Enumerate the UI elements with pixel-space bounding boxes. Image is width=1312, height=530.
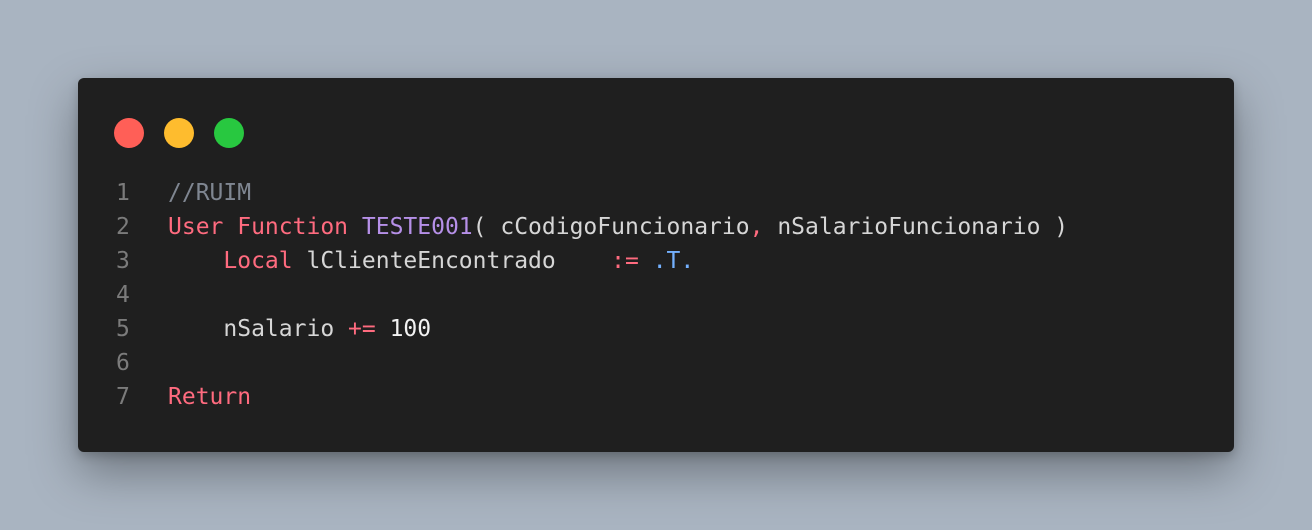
code-line: 2 User Function TESTE001( cCodigoFunciona…: [78, 210, 1234, 244]
line-number: 2: [116, 214, 130, 240]
line-number: 1: [116, 180, 130, 206]
line-number: 7: [116, 384, 130, 410]
code-line: 4: [78, 278, 1234, 312]
code-line: 5 nSalario += 100: [78, 312, 1234, 346]
code-line: 3 Local lClienteEncontrado := .T.: [78, 244, 1234, 278]
code-text: Return: [168, 380, 251, 414]
code-token: ( cCodigoFuncionario: [472, 214, 750, 240]
code-line: 7 Return: [78, 380, 1234, 414]
line-number: 5: [116, 316, 130, 342]
code-window: 1 //RUIM 2 User Function TESTE001( cCodigoF…: [78, 78, 1234, 452]
code-token: +=: [348, 316, 376, 342]
minimize-window-button[interactable]: [164, 118, 194, 148]
code-token: Local: [223, 248, 293, 274]
code-token: TESTE001: [361, 214, 473, 240]
code-token: User Function: [168, 214, 362, 240]
code-token: //RUIM: [168, 180, 252, 206]
code-token: nSalarioFuncionario ): [763, 214, 1069, 240]
code-line: 1 //RUIM: [78, 176, 1234, 210]
code-token: nSalario: [168, 316, 349, 342]
code-text: User Function TESTE001( cCodigoFuncionar…: [168, 210, 1068, 244]
close-window-button[interactable]: [114, 118, 144, 148]
code-token: 100: [389, 316, 432, 342]
code-line: 6: [78, 346, 1234, 380]
line-number: 4: [116, 282, 130, 308]
code-text: Local lClienteEncontrado := .T.: [168, 244, 694, 278]
code-text: //RUIM: [168, 176, 251, 210]
maximize-window-button[interactable]: [214, 118, 244, 148]
line-number: 3: [116, 248, 130, 274]
code-token: lClienteEncontrado: [292, 248, 612, 274]
code-token: ,: [749, 214, 764, 240]
code-token: :=: [611, 248, 639, 274]
code-token: Return: [168, 384, 252, 410]
line-number: 6: [116, 350, 130, 376]
code-token: .T.: [652, 248, 695, 274]
code-text: nSalario += 100: [168, 312, 431, 346]
code-area: 1 //RUIM 2 User Function TESTE001( cCodigoF…: [78, 176, 1234, 414]
